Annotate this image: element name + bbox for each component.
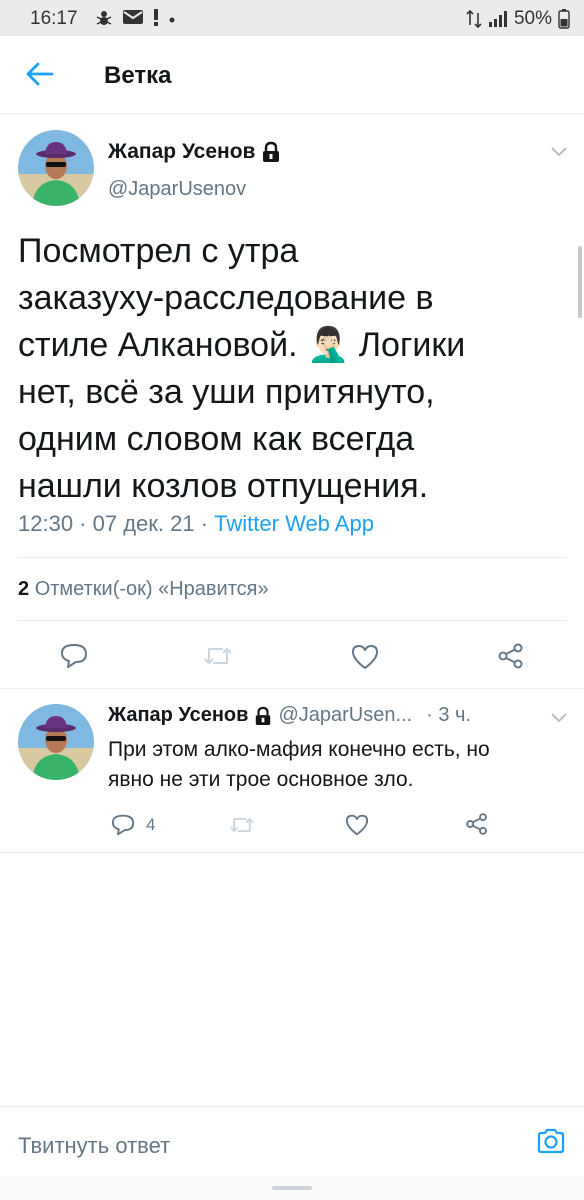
status-time: 16:17 <box>30 8 78 29</box>
author-row: Жапар Усенов <box>108 140 281 164</box>
tweet-line: явно не эти трое основное зло. <box>108 768 414 791</box>
reply-composer[interactable]: Твитнуть ответ <box>0 1106 584 1176</box>
retweet-icon <box>230 817 254 833</box>
tweet-line: При этом алко-мафия конечно есть, но <box>108 738 490 761</box>
tweet-source[interactable]: Twitter Web App <box>214 511 374 536</box>
reply-icon <box>61 644 87 668</box>
author-handle[interactable]: @JaparUsenov <box>108 178 246 201</box>
signal-bars-icon <box>488 11 507 27</box>
likes-count: 2 <box>18 578 30 600</box>
divider <box>0 688 584 689</box>
like-button[interactable] <box>348 642 382 672</box>
author-row: Жапар Усенов @JaparUsen... · 3 ч. <box>108 704 471 727</box>
retweet-button[interactable] <box>226 812 258 838</box>
back-button[interactable] <box>22 56 58 92</box>
notification-icons <box>94 7 176 27</box>
likes-label: Отметки(-ок) «Нравится» <box>34 578 269 600</box>
home-indicator[interactable] <box>272 1186 312 1190</box>
arrow-left-icon <box>26 62 54 86</box>
camera-button[interactable] <box>536 1127 566 1160</box>
divider <box>0 852 584 853</box>
share-icon <box>498 643 523 669</box>
tweet-line: заказуху-расследование в <box>18 279 434 317</box>
tweet-date: 07 дек. 21 <box>92 511 195 536</box>
share-button[interactable] <box>462 810 492 838</box>
like-icon <box>345 814 369 836</box>
system-nav-bar <box>0 1176 584 1200</box>
author-handle[interactable]: @JaparUsen... <box>278 704 412 727</box>
reply-icon <box>111 814 135 836</box>
camera-icon <box>537 1128 565 1154</box>
meta-separator: · <box>73 511 93 536</box>
avatar[interactable] <box>18 130 94 206</box>
tweet-line: стиле Алкановой. 🤦🏻‍♂️ Логики <box>18 326 466 364</box>
tweet-line: Посмотрел с утра <box>18 232 299 270</box>
share-icon <box>466 813 487 835</box>
tweet-line: нет, всё за уши притянуто, <box>18 373 435 411</box>
divider <box>18 557 566 558</box>
data-arrows-icon <box>466 9 482 29</box>
author-name[interactable]: Жапар Усенов <box>108 704 248 727</box>
like-icon <box>352 645 378 669</box>
page-title: Ветка <box>104 62 172 89</box>
system-status: 50% <box>466 8 570 30</box>
tweet-line: нашли козлов отпущения. <box>18 467 429 505</box>
lock-icon <box>256 706 271 725</box>
spider-icon <box>96 11 112 25</box>
reply-button[interactable] <box>56 640 92 672</box>
tweet-text: Посмотрел с утра заказуху-расследование … <box>18 228 578 510</box>
retweet-button[interactable] <box>200 642 236 670</box>
tweet-time: 12:30 <box>18 511 74 536</box>
battery-icon <box>558 9 570 29</box>
tweet-meta: 12:30 · 07 дек. 21 · Twitter Web App <box>18 511 374 537</box>
status-bar: 16:17 50% <box>0 0 584 36</box>
divider <box>18 620 566 621</box>
reply-count: 4 <box>146 815 156 834</box>
chevron-down-icon[interactable] <box>550 712 568 724</box>
tweet-line: одним словом как всегда <box>18 420 415 458</box>
tweet-text: При этом алко-мафия конечно есть, но явн… <box>108 735 578 795</box>
mail-icon <box>123 10 143 24</box>
lock-icon <box>263 141 280 162</box>
share-button[interactable] <box>494 640 528 672</box>
app-bar: Ветка <box>0 36 584 114</box>
battery-percent: 50% <box>513 8 552 29</box>
likes-summary[interactable]: 2 Отметки(-ок) «Нравится» <box>18 578 269 601</box>
chevron-down-icon[interactable] <box>550 146 568 158</box>
avatar[interactable] <box>18 704 94 780</box>
tweet-time: · 3 ч. <box>426 704 472 726</box>
meta-separator: · <box>194 511 215 536</box>
dot-icon <box>169 17 175 23</box>
author-name[interactable]: Жапар Усенов <box>108 140 255 164</box>
retweet-icon <box>204 648 232 664</box>
alert-icon <box>154 9 158 26</box>
reply-button[interactable] <box>108 812 138 838</box>
reply-input[interactable]: Твитнуть ответ <box>18 1133 170 1159</box>
scrollbar[interactable] <box>578 246 582 318</box>
like-button[interactable] <box>342 812 372 838</box>
